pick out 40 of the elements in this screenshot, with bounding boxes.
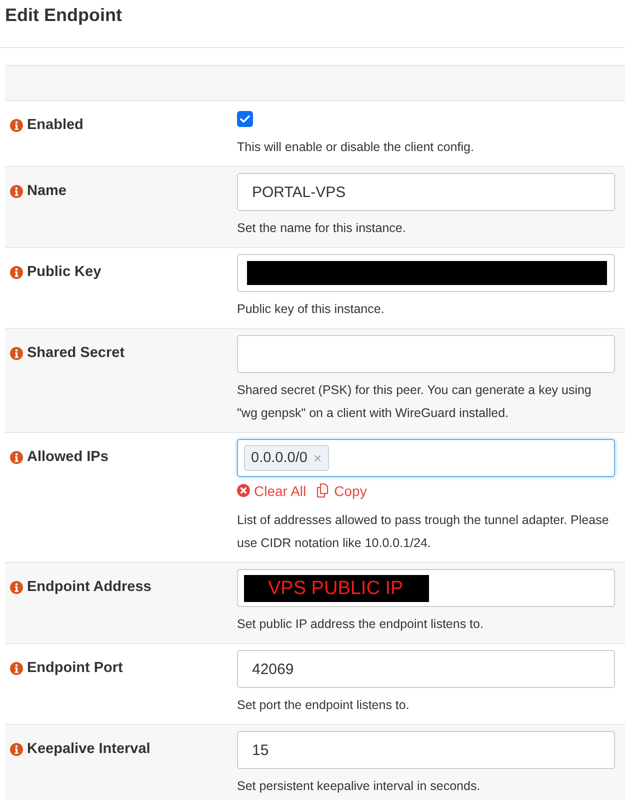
help-text: Set public IP address the endpoint listens to. <box>237 616 484 633</box>
redaction-label: VPS PUBLIC IP <box>244 574 430 602</box>
help-text: Set the name for this instance. <box>237 220 407 237</box>
input-field[interactable]: 15 <box>237 731 615 769</box>
field-label: Enabled <box>27 116 84 135</box>
field-label: Public Key <box>27 263 102 282</box>
clear-all-link[interactable]: Clear All <box>237 482 306 498</box>
field-label: Name <box>27 182 66 201</box>
field-label: Shared Secret <box>27 344 125 363</box>
input-field[interactable] <box>237 254 615 292</box>
help-text: Set port the endpoint listens to. <box>237 697 410 714</box>
help-text: This will enable or disable the client config. <box>237 139 475 156</box>
info-icon[interactable] <box>10 266 23 278</box>
tags-input-field[interactable]: 0.0.0.0/0 × <box>237 439 615 477</box>
copy-icon <box>316 483 330 498</box>
input-field[interactable] <box>237 335 615 373</box>
input-field[interactable]: PORTAL-VPS <box>237 173 615 211</box>
checkbox[interactable] <box>237 111 253 127</box>
page-title: Edit Endpoint <box>5 4 122 26</box>
info-icon[interactable] <box>10 580 23 594</box>
field-label: Allowed IPs <box>27 448 108 467</box>
info-icon[interactable] <box>10 742 23 756</box>
input-field[interactable]: VPS PUBLIC IP <box>237 569 615 607</box>
info-icon[interactable] <box>10 346 23 360</box>
info-icon[interactable] <box>10 662 23 674</box>
copy-link[interactable]: Copy <box>316 482 367 498</box>
input-field[interactable]: 42069 <box>237 650 615 688</box>
help-text: List of addresses allowed to pass trough the tunnel adapter. Please use CIDR notation like 10.0.0.1/24. <box>237 512 610 552</box>
help-text: Public key of this instance. <box>237 301 386 318</box>
info-icon[interactable] <box>10 450 23 464</box>
field-label: Keepalive Interval <box>27 740 150 759</box>
help-text: Set persistent keepalive interval in seconds. <box>237 778 482 795</box>
info-icon[interactable] <box>10 118 23 132</box>
check-icon <box>240 115 250 123</box>
tag-label: 0.0.0.0/0 <box>251 450 308 466</box>
x-circle-icon <box>237 484 250 497</box>
field-label: Endpoint Address <box>27 578 152 597</box>
field-label: Endpoint Port <box>27 659 123 678</box>
info-icon[interactable] <box>10 184 23 198</box>
help-text: Shared secret (PSK) for this peer. You can generate a key using "wg genpsk" on a client with WireGuard installed. <box>237 382 592 422</box>
